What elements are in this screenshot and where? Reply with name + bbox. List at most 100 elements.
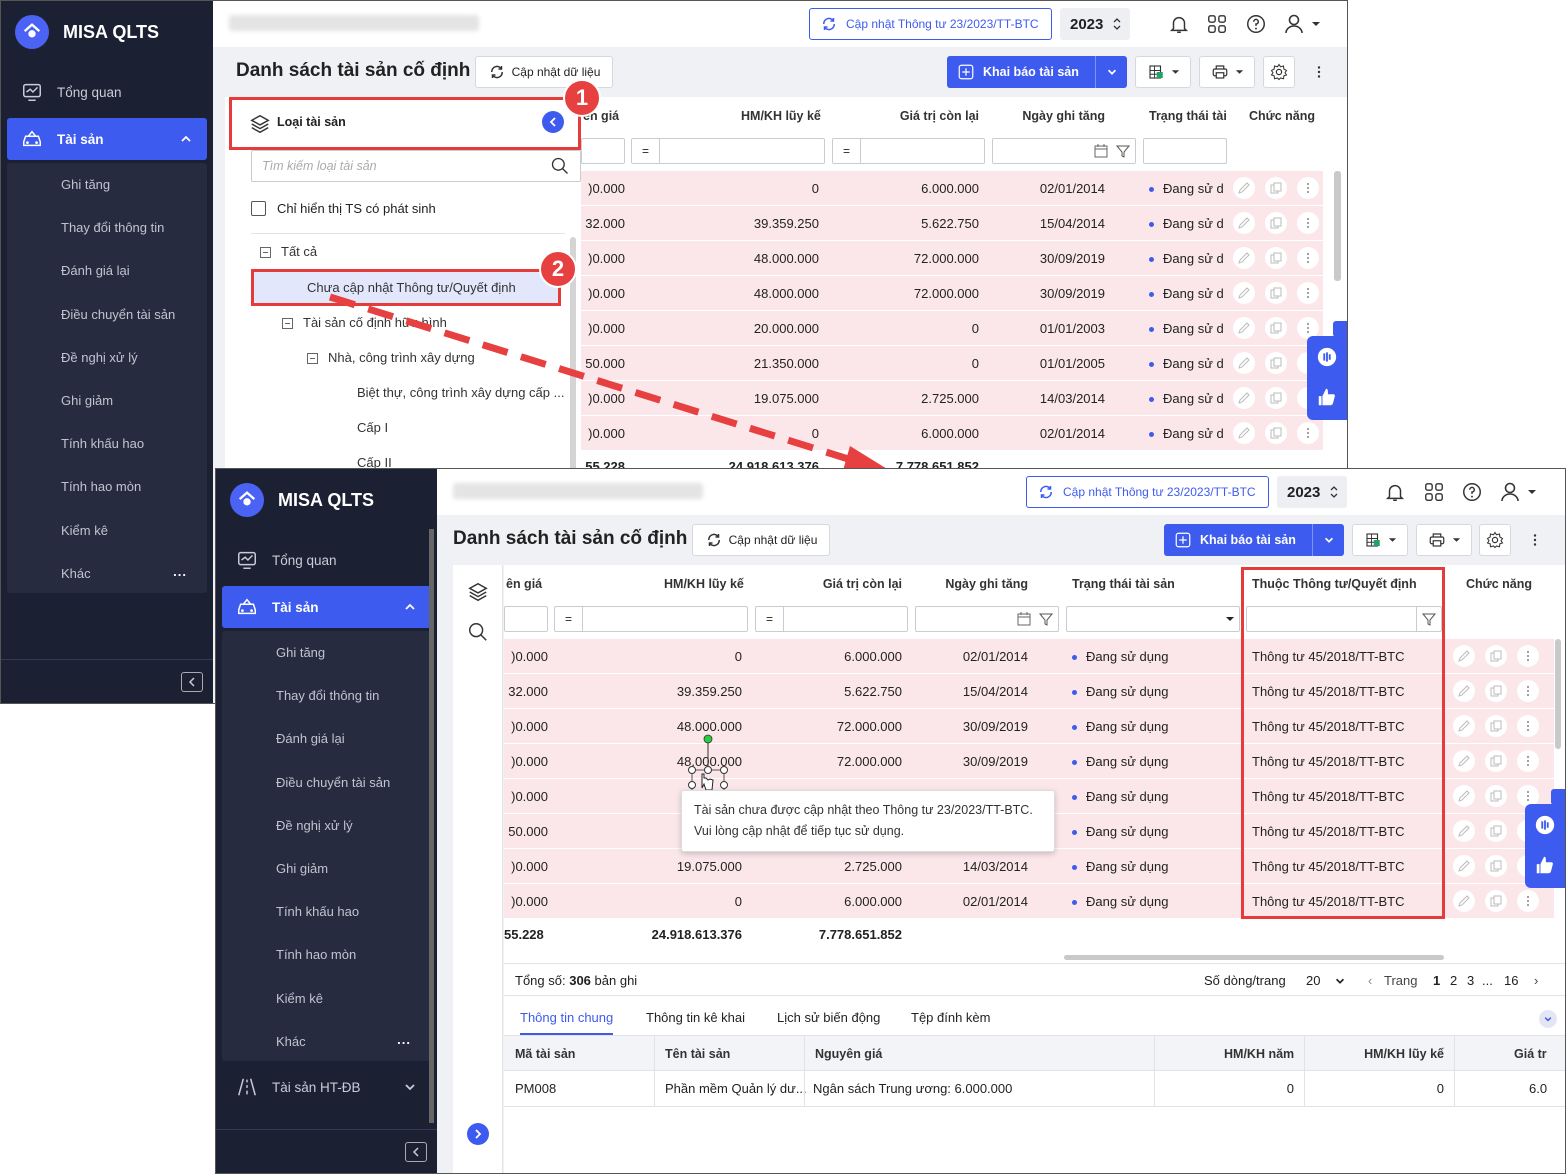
- thumbs-up-icon[interactable]: [1534, 854, 1556, 876]
- tab-declaration-info[interactable]: Thông tin kê khai: [646, 1010, 745, 1025]
- submenu-item[interactable]: Tính khấu hao: [61, 436, 144, 451]
- collapse-sidebar-button[interactable]: [181, 672, 203, 692]
- duplicate-button[interactable]: [1485, 820, 1507, 842]
- tree-node-villa[interactable]: Biệt thự, công trình xây dựng cấp ...: [357, 385, 564, 400]
- duplicate-button[interactable]: [1485, 855, 1507, 877]
- submenu-item[interactable]: Ghi giảm: [61, 393, 113, 408]
- row-more-button[interactable]: [1297, 212, 1319, 234]
- edit-button[interactable]: [1233, 212, 1255, 234]
- prev-page-icon[interactable]: ‹: [1368, 973, 1372, 988]
- duplicate-button[interactable]: [1485, 750, 1507, 772]
- collapse-detail-button[interactable]: [1539, 1010, 1557, 1028]
- submenu-item[interactable]: Khác: [276, 1034, 306, 1049]
- table-row[interactable]: 50.000 21.350.000 0 01/01/2005 Đang sử d: [581, 346, 1323, 381]
- next-page-icon[interactable]: ›: [1534, 973, 1538, 988]
- edit-button[interactable]: [1453, 820, 1475, 842]
- row-more-button[interactable]: [1297, 247, 1319, 269]
- duplicate-button[interactable]: [1265, 387, 1287, 409]
- filter-operator[interactable]: =: [756, 607, 784, 631]
- print-button[interactable]: [1199, 56, 1255, 88]
- row-more-button[interactable]: [1517, 645, 1539, 667]
- export-excel-button[interactable]: [1352, 524, 1408, 556]
- nav-assets[interactable]: Tài sản: [7, 118, 207, 160]
- settings-button[interactable]: [1479, 524, 1511, 556]
- more-options-button[interactable]: [1519, 524, 1551, 556]
- layers-icon[interactable]: [467, 581, 489, 603]
- table-row[interactable]: )0.000 48.000.000 72.000.000 30/09/2019 Đang…: [581, 276, 1323, 311]
- submenu-item[interactable]: Khác: [61, 566, 91, 581]
- declare-dropdown[interactable]: [1095, 56, 1127, 88]
- duplicate-button[interactable]: [1265, 177, 1287, 199]
- page-3[interactable]: 3: [1467, 973, 1474, 988]
- duplicate-button[interactable]: [1485, 890, 1507, 912]
- submenu-item[interactable]: Thay đổi thông tin: [61, 220, 164, 235]
- year-select[interactable]: 2023: [1060, 8, 1130, 40]
- more-icon[interactable]: ...: [397, 1032, 411, 1047]
- submenu-item[interactable]: Tính khấu hao: [276, 904, 359, 919]
- duplicate-button[interactable]: [1265, 317, 1287, 339]
- declare-asset-button[interactable]: Khai báo tài sản: [947, 56, 1127, 88]
- filter-date[interactable]: [915, 606, 1059, 632]
- filter-operator[interactable]: =: [833, 139, 861, 163]
- table-row[interactable]: )0.000 20.000.000 0 01/01/2003 Đang sử d: [581, 311, 1323, 346]
- table-row[interactable]: 32.000 39.359.250 5.622.750 15/04/2014 Đang …: [581, 206, 1323, 241]
- apps-grid-icon[interactable]: [1206, 13, 1228, 35]
- horizontal-scrollbar[interactable]: [1064, 955, 1444, 960]
- page-2[interactable]: 2: [1450, 973, 1457, 988]
- nav-overview[interactable]: Tổng quan: [7, 71, 207, 113]
- submenu-item[interactable]: Điều chuyển tài sản: [61, 307, 175, 322]
- submenu-item[interactable]: Đề nghị xử lý: [276, 818, 353, 833]
- row-more-button[interactable]: [1297, 282, 1319, 304]
- filter-accum[interactable]: =: [631, 138, 825, 164]
- row-more-button[interactable]: [1297, 422, 1319, 444]
- expand-panel-button[interactable]: [467, 1123, 489, 1145]
- declare-dropdown[interactable]: [1312, 524, 1344, 556]
- edit-button[interactable]: [1233, 422, 1255, 444]
- duplicate-button[interactable]: [1265, 212, 1287, 234]
- help-icon[interactable]: [1461, 481, 1483, 503]
- more-icon[interactable]: ...: [173, 564, 187, 579]
- collapse-sidebar-button[interactable]: [405, 1142, 427, 1162]
- edit-button[interactable]: [1453, 855, 1475, 877]
- row-more-button[interactable]: [1517, 890, 1539, 912]
- tab-history[interactable]: Lịch sử biến động: [777, 1010, 880, 1025]
- refresh-data-button[interactable]: Cập nhật dữ liệu: [692, 524, 830, 556]
- duplicate-button[interactable]: [1265, 247, 1287, 269]
- row-more-button[interactable]: [1517, 715, 1539, 737]
- duplicate-button[interactable]: [1265, 352, 1287, 374]
- more-options-button[interactable]: [1303, 56, 1335, 88]
- filter-accum[interactable]: =: [554, 606, 748, 632]
- side-expand-tab[interactable]: [1551, 789, 1565, 805]
- edit-button[interactable]: [1453, 785, 1475, 807]
- filter-operator[interactable]: =: [555, 607, 583, 631]
- row-more-button[interactable]: [1297, 177, 1319, 199]
- duplicate-button[interactable]: [1485, 715, 1507, 737]
- table-row[interactable]: )0.000 0 6.000.000 02/01/2014 Đang sử d: [581, 416, 1323, 451]
- settings-button[interactable]: [1263, 56, 1295, 88]
- help-icon[interactable]: [1245, 13, 1267, 35]
- duplicate-button[interactable]: [1485, 680, 1507, 702]
- edit-button[interactable]: [1453, 750, 1475, 772]
- chat-icon[interactable]: [1316, 346, 1338, 368]
- table-row[interactable]: )0.000 48.000.000 72.000.000 30/09/2019 Đang…: [581, 241, 1323, 276]
- submenu-item[interactable]: Ghi tăng: [61, 177, 110, 192]
- declare-asset-button[interactable]: Khai báo tài sản: [1164, 524, 1344, 556]
- collapse-icon[interactable]: [307, 353, 318, 365]
- edit-button[interactable]: [1233, 317, 1255, 339]
- year-select[interactable]: 2023: [1277, 476, 1347, 508]
- submenu-item[interactable]: Ghi giảm: [276, 861, 328, 876]
- row-more-button[interactable]: [1517, 750, 1539, 772]
- duplicate-button[interactable]: [1485, 645, 1507, 667]
- nav-infra[interactable]: Tài sản HT-ĐB: [222, 1066, 431, 1108]
- tree-node-all[interactable]: Tất cả: [260, 244, 317, 259]
- bell-icon[interactable]: [1168, 13, 1190, 35]
- bell-icon[interactable]: [1384, 481, 1406, 503]
- submenu-item[interactable]: Điều chuyển tài sản: [276, 775, 390, 790]
- only-changed-checkbox[interactable]: [251, 201, 266, 216]
- tree-node-grade-1[interactable]: Cấp I: [357, 420, 388, 435]
- filter-operator[interactable]: =: [632, 139, 660, 163]
- tree-node-tangible[interactable]: Tài sản cố định hữu hình: [282, 315, 447, 330]
- side-expand-tab[interactable]: [1333, 321, 1347, 337]
- tab-attachments[interactable]: Tệp đính kèm: [911, 1010, 991, 1025]
- submenu-item[interactable]: Kiểm kê: [276, 991, 323, 1006]
